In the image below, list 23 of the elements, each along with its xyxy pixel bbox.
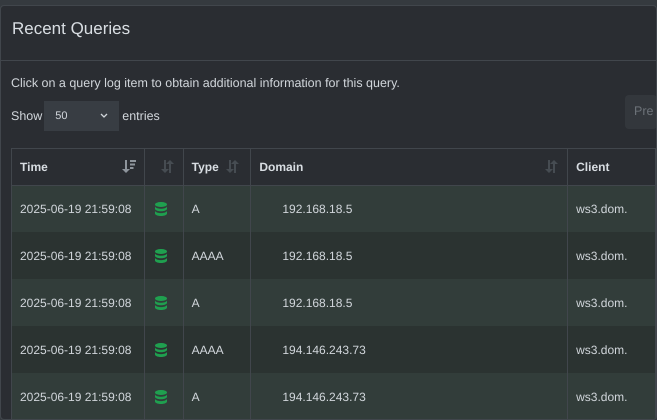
sort-icon[interactable] [226, 160, 240, 174]
column-header[interactable]: Type [192, 158, 219, 176]
sort-descending-icon[interactable] [122, 160, 136, 174]
column-header[interactable]: Client [576, 158, 610, 176]
column-header[interactable]: Domain [259, 158, 304, 176]
type-cell: A [183, 373, 251, 419]
column-header[interactable]: Time [20, 158, 48, 176]
database-icon [155, 390, 168, 404]
sort-icon[interactable] [160, 160, 175, 174]
show-label: Show [11, 108, 42, 125]
database-icon [155, 202, 168, 216]
database-icon [155, 296, 168, 310]
entries-select[interactable]: 50 [44, 101, 120, 132]
domain-cell: 194.146.243.73 [250, 373, 568, 419]
intro-text: Click on a query log item to obtain additional information for this query. [11, 75, 401, 92]
time-cell: 2025-06-19 21:59:08 [12, 373, 145, 419]
client-cell: ws3.dom. [568, 373, 656, 419]
sort-icon[interactable] [545, 160, 560, 174]
database-icon [155, 342, 168, 357]
database-icon [155, 248, 168, 263]
chevron-icon [100, 113, 108, 120]
card-title: Recent Queries [12, 19, 130, 38]
entries-label: entries [122, 108, 160, 125]
